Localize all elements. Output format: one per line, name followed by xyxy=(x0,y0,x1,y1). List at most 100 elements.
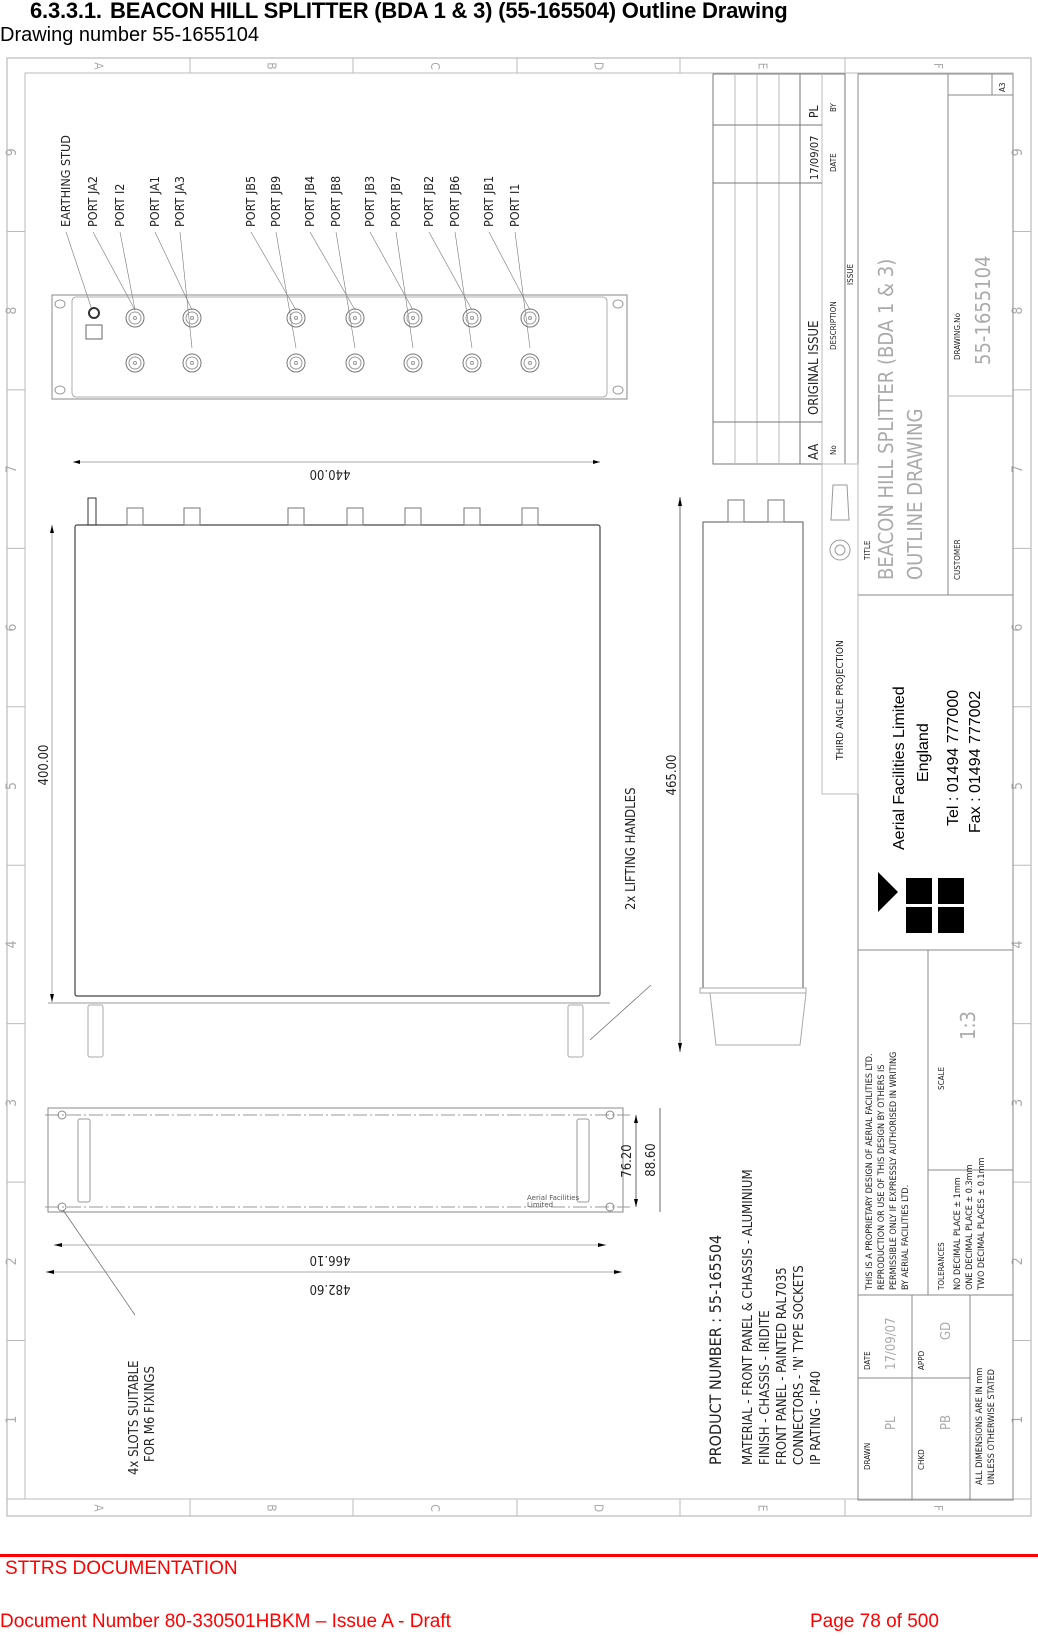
company-tel: Tel : 01494 777000 xyxy=(945,690,962,826)
side-view: 465.00 xyxy=(665,497,807,1052)
zone-row-9-right: 9 xyxy=(1010,148,1026,156)
front-panel-view xyxy=(51,294,628,400)
n-connector-icon xyxy=(353,361,357,365)
tolerances-label: TOLERANCES xyxy=(937,1242,946,1291)
appd-label: APPD xyxy=(917,1350,926,1370)
scale-value: 1:3 xyxy=(956,1011,980,1040)
n-connector-icon xyxy=(190,361,194,365)
zone-col-f-bottom: F xyxy=(931,1505,945,1511)
n-connector-icon xyxy=(528,361,532,365)
zone-row-2-right: 2 xyxy=(1010,1257,1026,1265)
zone-row-3: 3 xyxy=(4,1099,20,1107)
zone-col-b: B xyxy=(265,62,279,69)
revision-header-date: DATE xyxy=(829,153,838,172)
proprietary-notice-line: PERMISSIBLE ONLY IF EXPRESSLY AUTHORISED… xyxy=(889,1052,899,1290)
zone-col-b-bottom: B xyxy=(265,1504,279,1511)
company-name: Aerial Facilities Limited xyxy=(891,686,908,850)
zone-row-8-right: 8 xyxy=(1010,307,1026,315)
proprietary-notice-line: THIS IS A PROPRIETARY DESIGN OF AERIAL F… xyxy=(865,1053,875,1291)
connector-body-icon xyxy=(183,507,201,526)
company-fax: Fax : 01494 777002 xyxy=(967,691,984,833)
n-connector-icon xyxy=(411,316,415,320)
slots-note-line2: FOR M6 FIXINGS xyxy=(143,1366,158,1462)
slots-note-line1: 4x SLOTS SUITABLE xyxy=(127,1360,142,1475)
drawing-no-label: DRAWING.No xyxy=(953,312,962,360)
dimension-panel-height-outer: 88.60 xyxy=(644,1143,659,1176)
zone-col-a-bottom: A xyxy=(92,1504,106,1512)
n-connector-icon xyxy=(470,316,474,320)
n-connector-icon xyxy=(353,316,357,320)
n-connector-icon xyxy=(133,316,137,320)
port-label: PORT JB7 xyxy=(388,176,403,227)
dimension-depth-side: 400.00 xyxy=(37,745,52,786)
footer-page-number: Page 78 of 500 xyxy=(810,1611,939,1632)
product-note: FRONT PANEL - PAINTED RAL7035 xyxy=(775,1267,790,1465)
connector-body-icon xyxy=(287,507,305,526)
zone-row-1: 1 xyxy=(4,1416,20,1424)
port-label: PORT JA1 xyxy=(147,176,162,227)
tolerance-line: TWO DECIMAL PLACES ± 0.1mm xyxy=(977,1158,987,1291)
units-line2: UNLESS OTHERWISE STATED xyxy=(987,1369,997,1485)
proprietary-notice-line: BY AERIAL FACILITIES LTD. xyxy=(901,1185,911,1290)
date-label: DATE xyxy=(863,1351,872,1370)
drawn-label: DRAWN xyxy=(863,1443,872,1470)
zone-col-a: A xyxy=(92,62,106,70)
port-label: PORT JA2 xyxy=(85,176,100,227)
zone-row-8: 8 xyxy=(4,307,20,315)
n-connector-icon xyxy=(133,361,137,365)
panel-logo-line2: Limited xyxy=(527,1201,553,1209)
company-country: England xyxy=(915,723,932,782)
title-block: THIRD ANGLE PROJECTION TITLE BEACON HILL… xyxy=(821,73,1014,1501)
footer-divider xyxy=(0,1554,1038,1557)
revision-table: AA ORIGINAL ISSUE 17/09/07 PL No DESCRIP… xyxy=(712,73,855,465)
zone-row-5-right: 5 xyxy=(1010,782,1026,790)
tolerance-line: NO DECIMAL PLACE ± 1mm xyxy=(953,1177,963,1290)
product-note: MATERIAL - FRONT PANEL & CHASSIS - ALUMI… xyxy=(741,1169,756,1465)
n-connector-icon xyxy=(294,316,298,320)
revision-description: ORIGINAL ISSUE xyxy=(807,320,822,415)
zone-col-f: F xyxy=(931,63,945,69)
tolerance-line: ONE DECIMAL PLACE ± 0.3mm xyxy=(965,1164,975,1290)
zone-row-1-right: 1 xyxy=(1010,1416,1026,1424)
projection-symbol-icon xyxy=(829,539,851,561)
footer-document-number: Document Number 80-330501HBKM – Issue A … xyxy=(0,1611,451,1632)
connector-body-icon xyxy=(126,507,144,526)
revision-caption: ISSUE xyxy=(846,263,855,285)
port-label: PORT JB2 xyxy=(421,176,436,227)
n-connector-icon xyxy=(528,316,532,320)
zone-row-4: 4 xyxy=(4,940,20,948)
port-label: PORT JB1 xyxy=(481,176,496,227)
scale-label: SCALE xyxy=(937,1066,946,1090)
connector-body-icon xyxy=(463,507,481,526)
top-view: 440.00 400.00 2x LIFTING HANDLES xyxy=(37,460,652,1058)
port-label: PORT JA3 xyxy=(172,176,187,227)
zone-row-5: 5 xyxy=(4,782,20,790)
title-label: TITLE xyxy=(863,540,872,561)
footer-title: STTRS DOCUMENTATION xyxy=(5,1558,238,1579)
outline-drawing: AABBCCDDEEFF 9 98 87 76 65 54 43 32 21 1 EARTHING… xyxy=(4,57,1032,1517)
zone-row-3-right: 3 xyxy=(1010,1099,1026,1107)
n-connector-icon xyxy=(190,316,194,320)
zone-col-c-bottom: C xyxy=(428,1504,442,1512)
zone-col-e-bottom: E xyxy=(756,1505,770,1512)
port-label: PORT JB5 xyxy=(243,176,258,227)
product-note: IP RATING - IP40 xyxy=(809,1371,824,1465)
port-label: PORT JB6 xyxy=(447,176,462,227)
dimension-panel-width-outer: 482.60 xyxy=(310,1281,351,1296)
product-note: CONNECTORS - 'N' TYPE SOCKETS xyxy=(792,1265,807,1465)
panel-elevation: Aerial Facilities Limited 466.10 482.60 … xyxy=(45,1107,661,1475)
port-label: PORT JB3 xyxy=(362,176,377,227)
n-connector-icon xyxy=(294,361,298,365)
dimension-panel-width-inner: 466.10 xyxy=(310,1252,351,1267)
projection-label: THIRD ANGLE PROJECTION xyxy=(835,640,846,761)
port-label: PORT JB4 xyxy=(302,176,317,227)
zone-col-d-bottom: D xyxy=(592,1504,606,1512)
n-connector-icon xyxy=(470,361,474,365)
port-label: PORT I1 xyxy=(507,184,522,227)
port-label: PORT I2 xyxy=(112,184,127,227)
customer-label: CUSTOMER xyxy=(953,539,962,580)
product-number: PRODUCT NUMBER : 55-165504 xyxy=(706,1235,725,1465)
dimension-width-top: 440.00 xyxy=(310,466,351,481)
chkd-value: PB xyxy=(939,1415,954,1430)
revision-date: 17/09/07 xyxy=(808,136,821,180)
